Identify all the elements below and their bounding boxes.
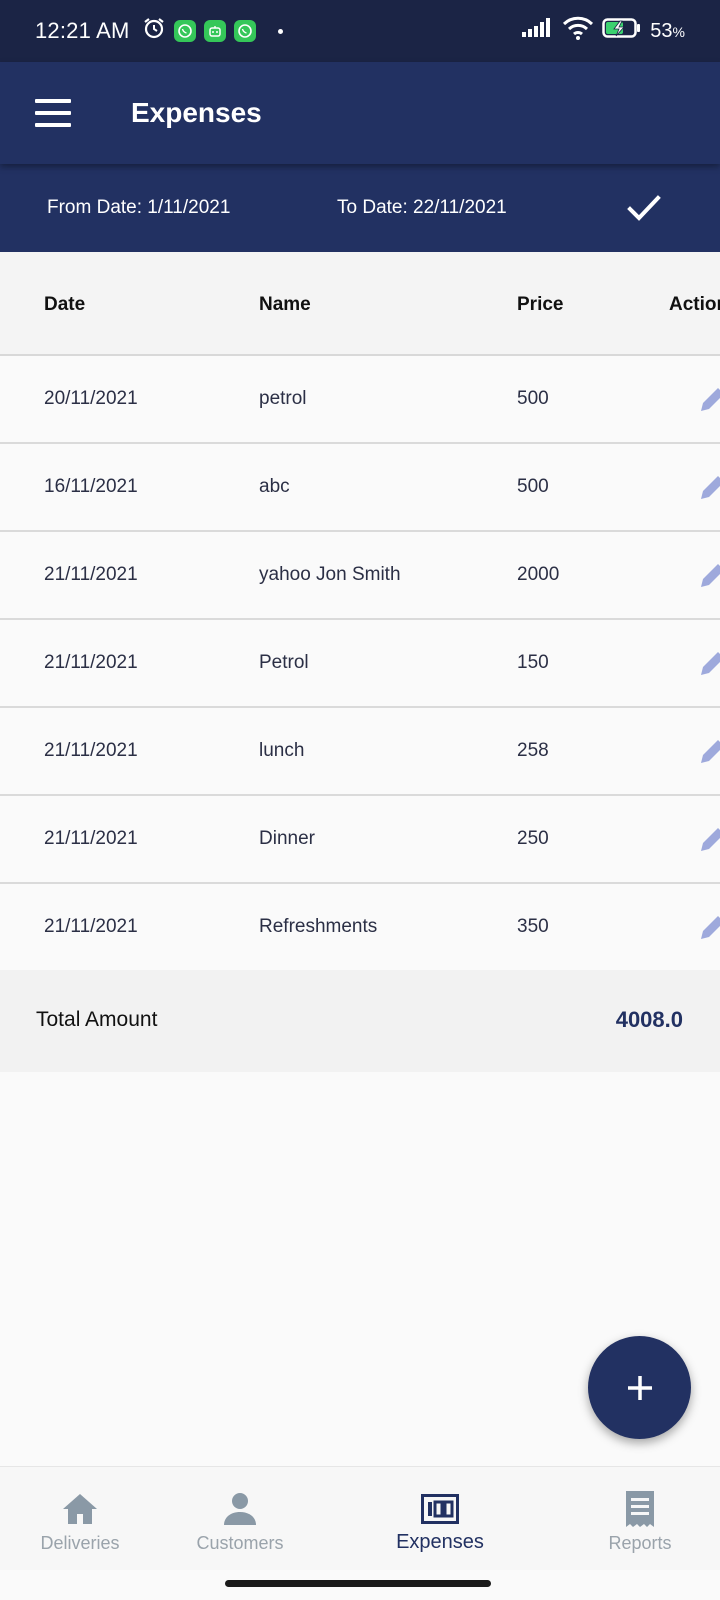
home-indicator[interactable] <box>225 1580 491 1587</box>
whatsapp-icon <box>173 20 196 42</box>
home-icon <box>60 1489 100 1529</box>
pencil-icon <box>701 740 720 763</box>
edit-button[interactable] <box>698 736 720 766</box>
row-price: 500 <box>517 388 549 409</box>
edit-button[interactable] <box>698 560 720 590</box>
pencil-icon <box>701 388 720 411</box>
row-date: 16/11/2021 <box>44 476 138 497</box>
row-name: abc <box>259 476 290 497</box>
total-amount-label: Total Amount <box>36 1008 158 1031</box>
row-name: Refreshments <box>259 916 378 937</box>
table-row[interactable]: 21/11/2021 Petrol 150 <box>0 620 720 708</box>
table-row[interactable]: 21/11/2021 lunch 258 <box>0 708 720 796</box>
row-price: 2000 <box>517 564 560 585</box>
status-left: 12:21 AM <box>35 16 283 46</box>
nav-label: Reports <box>608 1533 672 1553</box>
menu-button[interactable] <box>35 99 71 127</box>
wifi-icon <box>562 16 594 46</box>
edit-button[interactable] <box>698 912 720 942</box>
checkmark-icon <box>627 195 661 221</box>
nav-label: Deliveries <box>40 1533 120 1553</box>
battery-percent: 53% <box>650 19 685 42</box>
column-header-name[interactable]: Name <box>259 294 311 316</box>
column-header-price[interactable]: Price <box>517 294 563 316</box>
page-title: Expenses <box>131 97 262 128</box>
status-time: 12:21 AM <box>35 18 130 43</box>
edit-button[interactable] <box>698 384 720 414</box>
menu-icon-line <box>35 123 71 127</box>
pencil-icon <box>701 916 720 939</box>
menu-icon-line <box>35 111 71 115</box>
status-right: 53% <box>520 16 685 46</box>
to-date-picker[interactable]: To Date: 22/11/2021 <box>337 197 507 219</box>
row-date: 21/11/2021 <box>44 916 138 937</box>
plus-icon <box>627 1375 652 1400</box>
pencil-icon <box>701 828 720 851</box>
menu-icon-line <box>35 99 71 103</box>
row-price: 150 <box>517 652 549 673</box>
row-name: petrol <box>259 388 307 409</box>
receipt-icon <box>620 1489 660 1529</box>
total-amount-bar: Total Amount 4008.0 <box>0 970 720 1072</box>
table-row[interactable]: 21/11/2021 Refreshments 350 <box>0 884 720 972</box>
nav-label: Customers <box>196 1533 284 1553</box>
notification-dot <box>277 28 283 34</box>
row-date: 21/11/2021 <box>44 828 138 849</box>
nav-item-expenses[interactable]: Expenses <box>350 1467 530 1571</box>
column-header-date[interactable]: Date <box>44 294 85 316</box>
whatsapp-icon <box>233 20 256 42</box>
nav-item-deliveries[interactable]: Deliveries <box>0 1467 170 1571</box>
date-filter-bar: From Date: 1/11/2021 To Date: 22/11/2021 <box>0 164 720 252</box>
table-row[interactable]: 21/11/2021 Dinner 250 <box>0 796 720 884</box>
apply-filter-button[interactable] <box>622 186 666 230</box>
nav-item-reports[interactable]: Reports <box>550 1467 720 1571</box>
column-header-action[interactable]: Action <box>669 294 720 316</box>
row-price: 500 <box>517 476 549 497</box>
battery-icon <box>602 17 642 45</box>
row-date: 20/11/2021 <box>44 388 138 409</box>
row-name: lunch <box>259 740 305 761</box>
pencil-icon <box>701 564 720 587</box>
table-row[interactable]: 16/11/2021 abc 500 <box>0 444 720 532</box>
signal-icon <box>520 17 554 45</box>
bottom-navigation: Deliveries Customers Expenses Reports <box>0 1466 720 1570</box>
pencil-icon <box>701 476 720 499</box>
table-header: Date Name Price Action <box>0 252 720 356</box>
nav-item-customers[interactable]: Customers <box>150 1467 330 1571</box>
total-amount-value: 4008.0 <box>615 1007 683 1032</box>
row-date: 21/11/2021 <box>44 652 138 673</box>
add-expense-button[interactable] <box>588 1336 691 1439</box>
robot-app-icon <box>203 20 226 42</box>
app-bar: Expenses <box>0 62 720 164</box>
expenses-table-body: 20/11/2021 petrol 500 16/11/2021 abc 500… <box>0 356 720 972</box>
row-date: 21/11/2021 <box>44 740 138 761</box>
status-bar: 12:21 AM 53% <box>0 0 720 62</box>
table-row[interactable]: 20/11/2021 petrol 500 <box>0 356 720 444</box>
person-icon <box>220 1489 260 1529</box>
row-price: 350 <box>517 916 549 937</box>
from-date-picker[interactable]: From Date: 1/11/2021 <box>47 197 230 219</box>
expenses-icon <box>420 1489 460 1529</box>
row-name: Petrol <box>259 652 309 673</box>
table-row[interactable]: 21/11/2021 yahoo Jon Smith 2000 <box>0 532 720 620</box>
pencil-icon <box>701 652 720 675</box>
edit-button[interactable] <box>698 472 720 502</box>
row-price: 258 <box>517 740 549 761</box>
edit-button[interactable] <box>698 824 720 854</box>
row-name: Dinner <box>259 828 315 849</box>
row-name: yahoo Jon Smith <box>259 564 401 585</box>
row-date: 21/11/2021 <box>44 564 138 585</box>
row-price: 250 <box>517 828 549 849</box>
alarm-icon <box>142 16 166 46</box>
edit-button[interactable] <box>698 648 720 678</box>
nav-label: Expenses <box>396 1531 484 1553</box>
